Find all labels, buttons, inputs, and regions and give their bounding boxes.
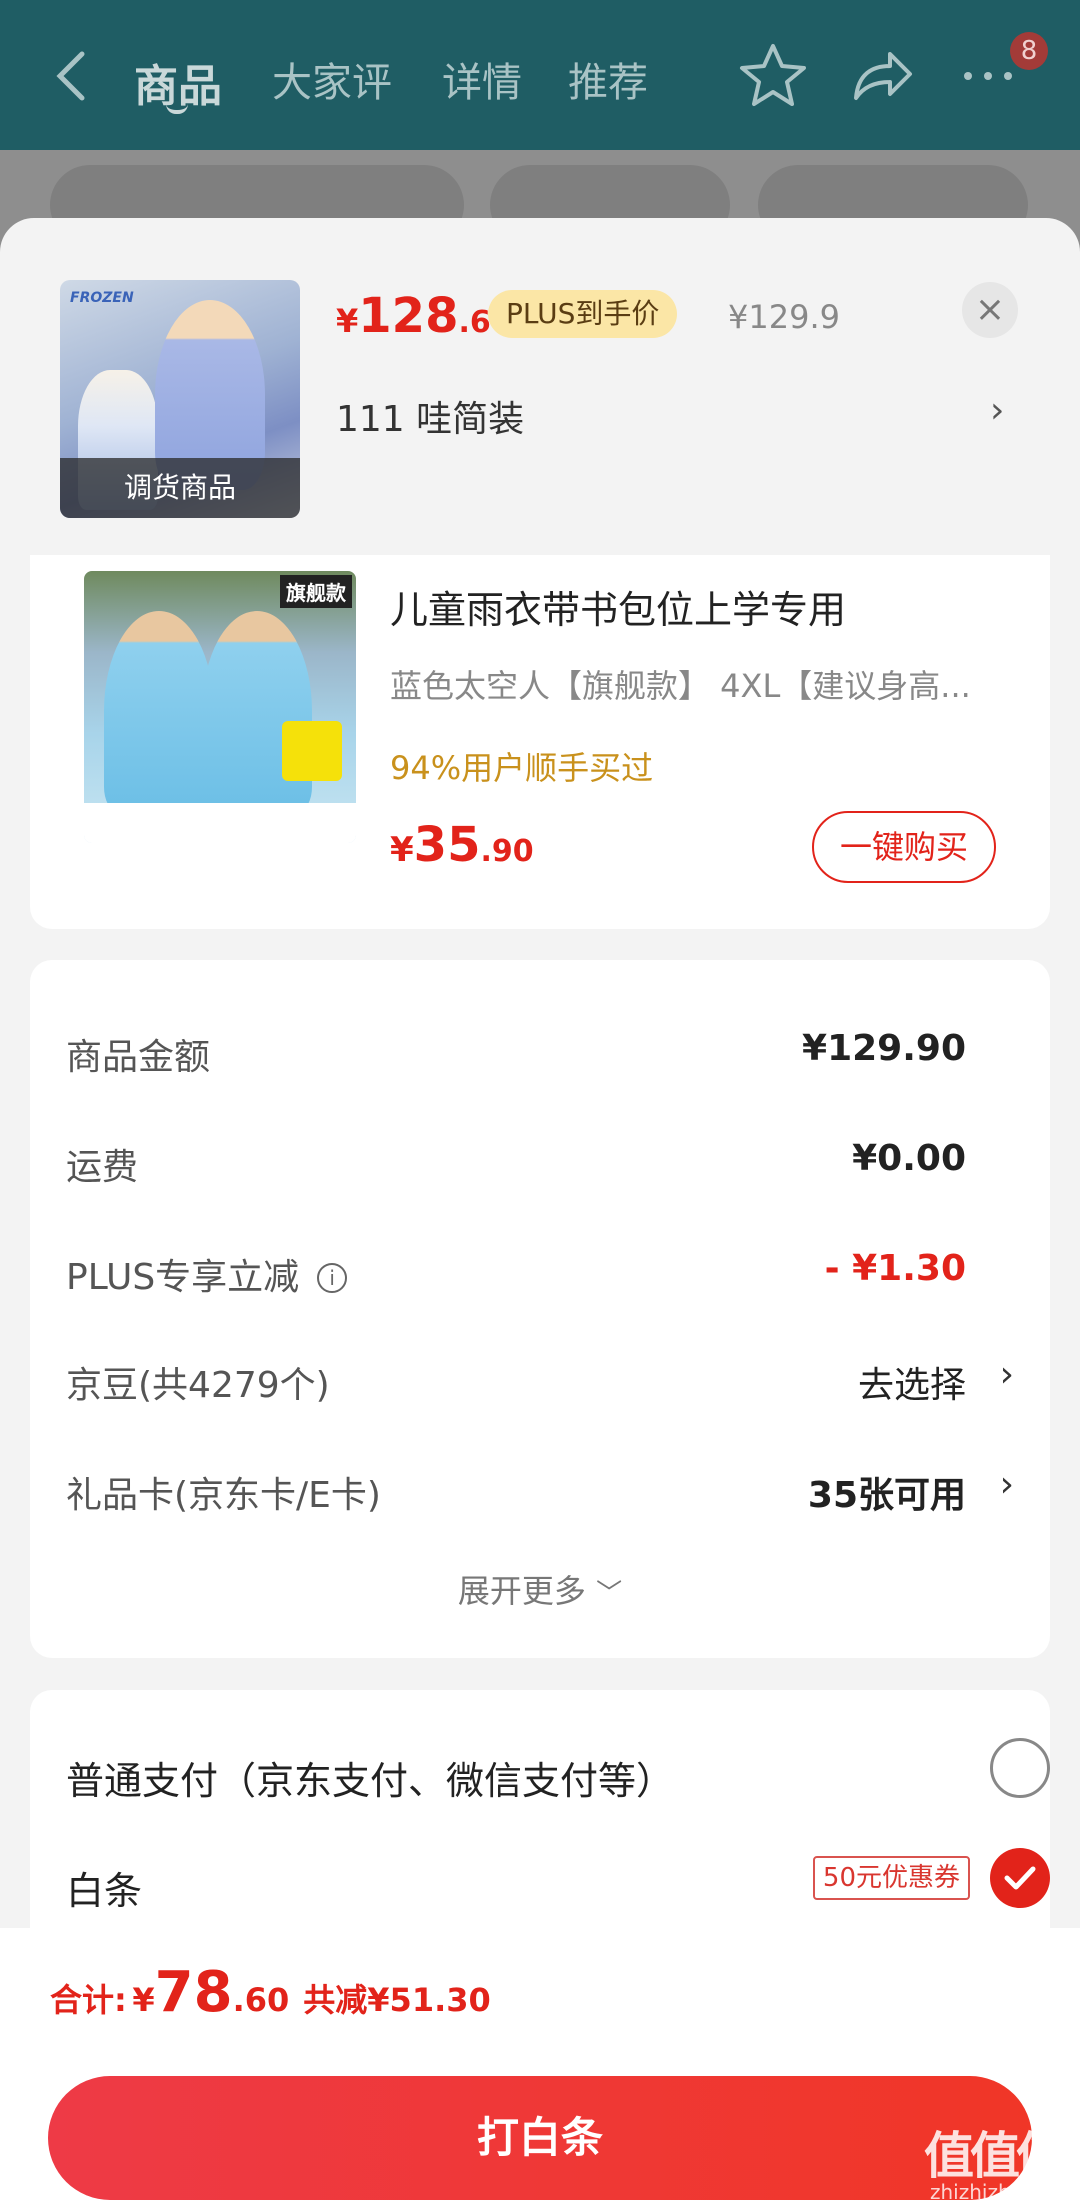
cart-badge: 8 (1010, 32, 1048, 70)
shipping-value: ¥0.00 (852, 1138, 966, 1179)
selected-spec[interactable]: 111 哇简装 (336, 390, 524, 442)
product-price: ¥128.6 (336, 288, 491, 344)
goods-amount-row: 商品金额 ¥129.90 (66, 1020, 1014, 1080)
recommend-product-image: 旗舰款 (84, 571, 356, 843)
coupon-badge[interactable]: 50元优惠券 (812, 1856, 970, 1900)
one-click-buy-button[interactable]: 一键购买 (812, 811, 996, 883)
plus-discount-value: - ¥1.30 (824, 1248, 966, 1289)
thumb-brand: FROZEN (70, 290, 134, 306)
chevron-right-icon[interactable]: › (1000, 1354, 1014, 1395)
original-price: ¥129.9 (728, 298, 840, 336)
shipping-label: 运费 (66, 1147, 139, 1188)
baitiao-payment-option[interactable]: 白条 50元优惠券 (66, 1848, 1050, 1918)
plus-discount-label: PLUS专享立减 (66, 1257, 300, 1298)
expand-more-label: 展开更多 (457, 1572, 586, 1610)
tab-details[interactable]: 详情 (442, 50, 522, 108)
watermark-url: zhizhizhi.com (930, 2180, 1066, 2204)
shipping-row: 运费 ¥0.00 (66, 1130, 1014, 1190)
close-button[interactable]: × (962, 282, 1018, 338)
baitiao-label: 白条 (66, 1869, 143, 1913)
transfer-goods-tag: 调货商品 (60, 458, 300, 518)
normal-payment-option[interactable]: 普通支付（京东支付、微信支付等） (66, 1738, 1050, 1808)
back-arrow-icon[interactable] (52, 48, 92, 104)
pay-with-baitiao-button[interactable]: 打白条 (48, 2076, 1032, 2200)
share-icon[interactable] (846, 40, 916, 110)
recommend-card: 旗舰款 儿童雨衣带书包位上学专用 蓝色太空人【旗舰款】 4XL【建议身高... … (30, 555, 1050, 929)
info-icon[interactable]: i (317, 1263, 348, 1293)
chevron-right-icon[interactable]: › (1000, 1464, 1014, 1505)
flagship-flag: 旗舰款 (280, 575, 352, 608)
recommend-title[interactable]: 儿童雨衣带书包位上学专用 (390, 579, 846, 634)
plus-price-tag: PLUS到手价 (488, 290, 678, 338)
chevron-right-icon[interactable]: › (990, 390, 1004, 431)
product-thumbnail: FROZEN 调货商品 (60, 280, 300, 518)
giftcard-value[interactable]: 35张可用 (808, 1466, 966, 1518)
order-total: 合计: ¥78.60 共减¥51.30 (50, 1960, 491, 2025)
image-bag (282, 721, 342, 781)
image-size-strip (84, 803, 356, 843)
total-saved: 共减¥51.30 (303, 1981, 491, 2019)
giftcard-label: 礼品卡(京东卡/E卡) (66, 1475, 381, 1516)
total-label: 合计: (50, 1981, 127, 2019)
recommend-spec: 蓝色太空人【旗舰款】 4XL【建议身高... (390, 667, 971, 705)
watermark-logo: 值值值 (924, 2127, 1066, 2185)
plus-discount-label-wrap: PLUS专享立减 i (66, 1248, 348, 1300)
tab-recommend[interactable]: 推荐 (568, 50, 648, 108)
price-summary-card: 商品金额 ¥129.90 运费 ¥0.00 PLUS专享立减 i - ¥1.30 … (30, 960, 1050, 1658)
recommend-price: ¥35.90 (390, 817, 534, 873)
radio-unselected[interactable] (990, 1738, 1050, 1798)
recommend-hint: 94%用户顺手买过 (390, 749, 654, 787)
jingdou-label: 京豆(共4279个) (66, 1365, 330, 1406)
expand-more-toggle[interactable]: 展开更多 ﹀ (30, 1566, 1050, 1612)
image-figure (104, 611, 214, 811)
goods-amount-label: 商品金额 (66, 1037, 211, 1078)
checkout-footer: 合计: ¥78.60 共减¥51.30 打白条 (0, 1928, 1080, 2207)
radio-selected-check-icon[interactable] (990, 1848, 1050, 1908)
plus-discount-row: PLUS专享立减 i - ¥1.30 (66, 1240, 1014, 1300)
giftcard-row[interactable]: 礼品卡(京东卡/E卡) 35张可用 › (66, 1458, 1014, 1518)
star-icon[interactable] (738, 40, 808, 110)
normal-payment-label: 普通支付（京东支付、微信支付等） (66, 1759, 675, 1803)
tab-reviews[interactable]: 大家评 (272, 50, 392, 108)
image-figure (202, 611, 312, 811)
goods-amount-value: ¥129.90 (802, 1028, 966, 1069)
chevron-down-icon: ﹀ (596, 1579, 623, 1609)
jingdou-action[interactable]: 去选择 (858, 1356, 966, 1408)
jingdou-row[interactable]: 京豆(共4279个) 去选择 › (66, 1348, 1014, 1408)
top-nav-bar: 商品 大家评 详情 推荐 8 (0, 0, 1080, 150)
